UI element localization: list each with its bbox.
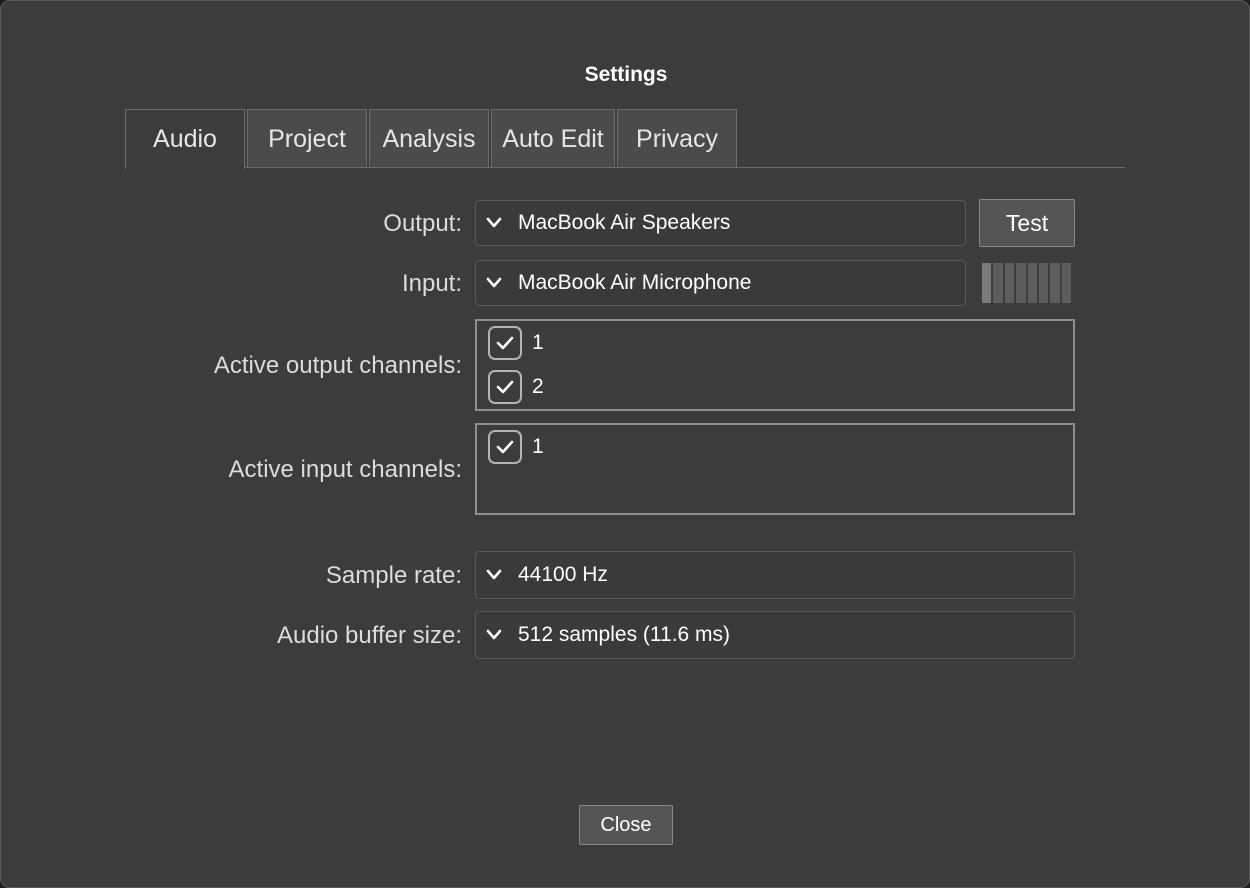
tab-project[interactable]: Project xyxy=(247,109,367,168)
chevron-down-icon xyxy=(476,629,512,641)
output-channel-1-label: 1 xyxy=(532,331,544,354)
meter-segment xyxy=(993,263,1003,303)
audio-buffer-size-select[interactable]: 512 samples (11.6 ms) xyxy=(475,611,1075,659)
input-level-meter xyxy=(982,263,1071,303)
audio-buffer-size-value: 512 samples (11.6 ms) xyxy=(518,623,731,646)
settings-dialog: Settings Audio Project Analysis Auto Edi… xyxy=(0,0,1250,888)
active-input-channels-list: 1 xyxy=(475,423,1075,515)
tab-privacy[interactable]: Privacy xyxy=(617,109,737,168)
output-channel-1-checkbox[interactable] xyxy=(488,326,522,360)
input-label: Input: xyxy=(401,270,462,297)
audio-buffer-size-label: Audio buffer size: xyxy=(276,622,462,649)
tab-divider xyxy=(125,167,1125,168)
input-device-value: MacBook Air Microphone xyxy=(518,271,752,294)
input-channel-1-row[interactable]: 1 xyxy=(488,430,544,464)
active-output-channels-label: Active output channels: xyxy=(213,352,462,379)
input-channel-1-checkbox[interactable] xyxy=(488,430,522,464)
output-device-value: MacBook Air Speakers xyxy=(518,211,731,234)
checkmark-icon xyxy=(496,440,514,454)
tab-audio[interactable]: Audio xyxy=(125,109,245,169)
chevron-down-icon xyxy=(476,569,512,581)
test-button[interactable]: Test xyxy=(979,199,1075,247)
sample-rate-value: 44100 Hz xyxy=(518,563,608,586)
chevron-down-icon xyxy=(476,217,512,229)
meter-segment xyxy=(1027,263,1037,303)
output-channel-2-row[interactable]: 2 xyxy=(488,370,544,404)
close-button[interactable]: Close xyxy=(579,805,673,845)
sample-rate-select[interactable]: 44100 Hz xyxy=(475,551,1075,599)
active-output-channels-list: 1 2 xyxy=(475,319,1075,411)
checkmark-icon xyxy=(496,336,514,350)
dialog-title: Settings xyxy=(584,63,668,86)
meter-segment xyxy=(1050,263,1060,303)
meter-segment xyxy=(1016,263,1026,303)
output-device-select[interactable]: MacBook Air Speakers xyxy=(475,200,966,246)
sample-rate-label: Sample rate: xyxy=(325,562,462,589)
meter-segment xyxy=(982,263,992,303)
chevron-down-icon xyxy=(476,277,512,289)
meter-segment xyxy=(1061,263,1071,303)
active-input-channels-label: Active input channels: xyxy=(228,456,462,483)
tab-auto-edit[interactable]: Auto Edit xyxy=(491,109,615,168)
output-label: Output: xyxy=(383,210,462,237)
output-channel-2-checkbox[interactable] xyxy=(488,370,522,404)
output-channel-2-label: 2 xyxy=(532,375,544,398)
tab-analysis[interactable]: Analysis xyxy=(369,109,489,168)
meter-segment xyxy=(1038,263,1049,303)
input-channel-1-label: 1 xyxy=(532,435,544,458)
meter-segment xyxy=(1004,263,1015,303)
input-device-select[interactable]: MacBook Air Microphone xyxy=(475,260,966,306)
tab-bar: Audio Project Analysis Auto Edit Privacy xyxy=(125,109,1125,169)
checkmark-icon xyxy=(496,380,514,394)
output-channel-1-row[interactable]: 1 xyxy=(488,326,544,360)
